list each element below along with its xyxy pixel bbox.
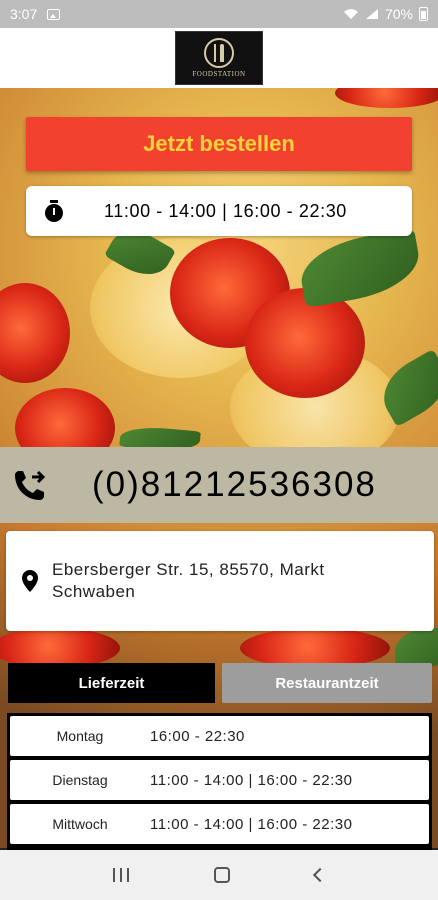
stopwatch-icon xyxy=(44,200,64,222)
tab-restaurantzeit[interactable]: Restaurantzeit xyxy=(222,663,432,703)
address-text: Ebersberger Str. 15, 85570, Markt Schwab… xyxy=(52,559,325,603)
table-row: Dienstag 11:00 - 14:00 | 16:00 - 22:30 xyxy=(10,760,429,800)
time-value: 11:00 - 14:00 | 16:00 - 22:30 xyxy=(150,815,353,833)
day-label: Mittwoch xyxy=(52,816,108,832)
day-label: Montag xyxy=(56,728,104,744)
opening-hours-text: 11:00 - 14:00 | 16:00 - 22:30 xyxy=(104,200,347,221)
app-header: FOODSTATION xyxy=(0,28,438,88)
location-pin-icon xyxy=(22,570,38,592)
signal-icon xyxy=(365,9,378,19)
time-value: 16:00 - 22:30 xyxy=(150,727,245,745)
tab-lieferzeit[interactable]: Lieferzeit xyxy=(8,663,215,703)
system-nav-bar xyxy=(0,850,438,900)
battery-percent: 70% xyxy=(384,6,413,22)
table-row: Mittwoch 11:00 - 14:00 | 16:00 - 22:30 xyxy=(10,804,429,844)
logo[interactable]: FOODSTATION xyxy=(175,31,263,85)
order-now-button[interactable]: Jetzt bestellen xyxy=(26,117,412,171)
logo-mark xyxy=(204,38,234,68)
status-bar: 3:07 70% xyxy=(0,0,438,28)
address-line-2: Schwaben xyxy=(52,582,136,601)
recent-apps-icon[interactable] xyxy=(112,868,129,882)
back-icon[interactable] xyxy=(313,867,328,883)
phone-call-bar[interactable]: (0)81212536308 xyxy=(0,447,438,523)
image-icon xyxy=(47,8,61,20)
day-label: Dienstag xyxy=(52,772,108,788)
time-value: 11:00 - 14:00 | 16:00 - 22:30 xyxy=(150,771,353,789)
opening-hours-card: 11:00 - 14:00 | 16:00 - 22:30 xyxy=(26,186,412,236)
wifi-icon xyxy=(343,9,358,19)
table-row: Montag 16:00 - 22:30 xyxy=(10,716,429,756)
status-time: 3:07 xyxy=(10,6,38,22)
phone-forward-icon xyxy=(15,470,46,500)
phone-number[interactable]: (0)81212536308 xyxy=(92,465,377,505)
address-card[interactable]: Ebersberger Str. 15, 85570, Markt Schwab… xyxy=(6,531,434,631)
logo-text: FOODSTATION xyxy=(192,70,246,78)
battery-icon xyxy=(419,7,428,21)
address-line-1: Ebersberger Str. 15, 85570, Markt xyxy=(52,560,325,579)
schedule-table: Montag 16:00 - 22:30 Dienstag 11:00 - 14… xyxy=(7,713,432,850)
home-icon[interactable] xyxy=(213,867,230,883)
